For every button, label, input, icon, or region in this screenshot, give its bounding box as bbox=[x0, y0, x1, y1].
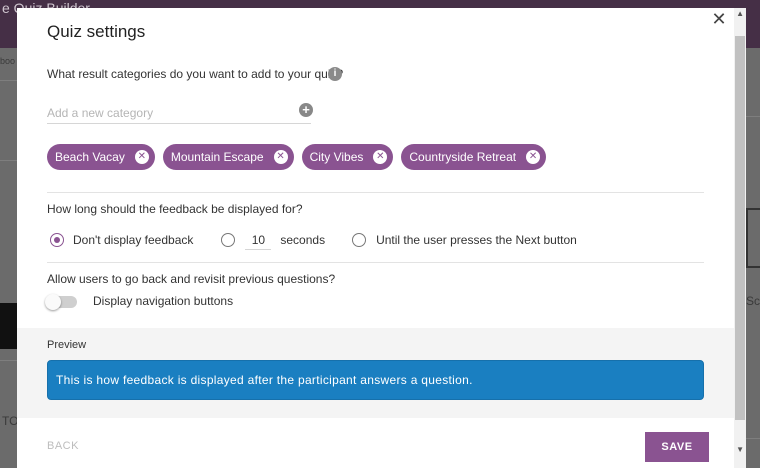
info-icon[interactable]: i bbox=[328, 67, 342, 81]
background-tab-fragment: boo bbox=[0, 56, 16, 66]
plus-circle-icon[interactable]: + bbox=[299, 103, 313, 117]
background-divider bbox=[746, 116, 760, 117]
categories-question: What result categories do you want to ad… bbox=[47, 67, 344, 81]
category-chip: Beach Vacay ✕ bbox=[47, 144, 155, 170]
close-icon: ✕ bbox=[711, 9, 727, 29]
navigation-toggle[interactable] bbox=[45, 294, 77, 310]
background-divider bbox=[746, 438, 760, 439]
feedback-preview-box: This is how feedback is displayed after … bbox=[47, 360, 704, 400]
remove-chip-icon[interactable]: ✕ bbox=[273, 150, 288, 164]
category-chip-label: Countryside Retreat bbox=[409, 150, 517, 164]
background-divider bbox=[0, 80, 17, 81]
back-button[interactable]: BACK bbox=[47, 440, 79, 452]
category-chip-list: Beach Vacay ✕ Mountain Escape ✕ City Vib… bbox=[47, 144, 547, 170]
preview-section: Preview This is how feedback is displaye… bbox=[17, 328, 734, 418]
radio-label-seconds: seconds bbox=[280, 233, 326, 247]
remove-chip-icon[interactable]: ✕ bbox=[134, 150, 149, 164]
feedback-question: How long should the feedback be displaye… bbox=[47, 202, 303, 216]
feedback-options: Don't display feedback seconds Until the… bbox=[50, 230, 577, 250]
radio-no-feedback[interactable] bbox=[50, 233, 64, 247]
radio-seconds[interactable] bbox=[221, 233, 236, 247]
remove-chip-icon[interactable]: ✕ bbox=[373, 150, 388, 164]
dialog-title: Quiz settings bbox=[47, 22, 146, 41]
background-divider bbox=[0, 360, 17, 361]
quiz-settings-dialog: ✕ Quiz settings What result categories d… bbox=[17, 8, 746, 468]
navigation-toggle-label: Display navigation buttons bbox=[93, 294, 234, 308]
background-dark-block bbox=[0, 303, 18, 349]
scrollbar-thumb[interactable] bbox=[735, 36, 745, 420]
background-text-fragment: Sc bbox=[746, 294, 760, 308]
section-divider bbox=[47, 262, 704, 263]
scrollbar[interactable]: ▲ ▼ bbox=[734, 8, 746, 468]
scroll-down-icon[interactable]: ▼ bbox=[736, 446, 744, 454]
background-text-fragment: TO bbox=[2, 414, 19, 428]
save-button[interactable]: SAVE bbox=[645, 432, 709, 462]
category-chip-label: Mountain Escape bbox=[170, 150, 264, 164]
category-chip-label: City Vibes bbox=[309, 150, 364, 164]
category-chip: City Vibes ✕ bbox=[301, 144, 394, 170]
toggle-knob bbox=[45, 294, 61, 310]
radio-label-no-feedback: Don't display feedback bbox=[73, 233, 194, 247]
category-chip: Mountain Escape ✕ bbox=[162, 144, 294, 170]
scroll-up-icon[interactable]: ▲ bbox=[736, 10, 744, 18]
remove-chip-icon[interactable]: ✕ bbox=[526, 150, 541, 164]
close-button[interactable]: ✕ bbox=[709, 10, 729, 30]
radio-until-next[interactable] bbox=[352, 233, 367, 247]
background-widget bbox=[746, 208, 760, 268]
category-chip-label: Beach Vacay bbox=[55, 150, 125, 164]
navigation-question: Allow users to go back and revisit previ… bbox=[47, 272, 336, 286]
radio-label-until-next: Until the user presses the Next button bbox=[376, 233, 577, 247]
category-chip: Countryside Retreat ✕ bbox=[401, 144, 547, 170]
new-category-input[interactable] bbox=[47, 102, 311, 124]
background-divider bbox=[0, 160, 17, 161]
section-divider bbox=[47, 192, 704, 193]
preview-label: Preview bbox=[47, 339, 87, 351]
seconds-input[interactable] bbox=[245, 230, 272, 250]
